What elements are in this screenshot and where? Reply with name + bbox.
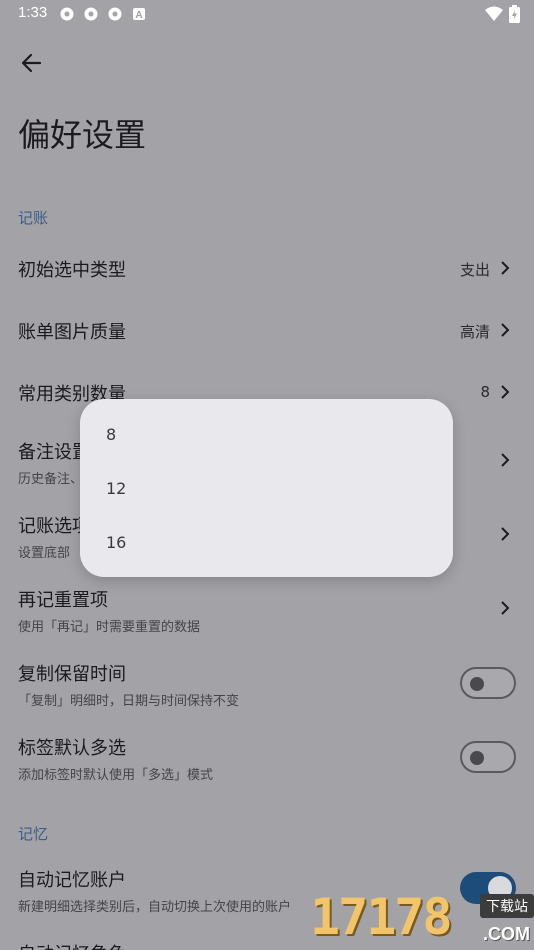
row-image-quality[interactable]: 账单图片质量 高清 [0,302,534,360]
row-label: 再记重置项 [18,590,108,611]
tag-multi-select-toggle[interactable] [460,741,516,773]
toggle-knob [470,751,484,765]
status-system-icons [485,5,520,27]
row-subtitle: 历史备注、 [18,472,84,487]
popup-option[interactable]: 16 [106,533,126,552]
popup-option[interactable]: 8 [106,425,116,444]
section-header-bookkeeping: 记账 [18,209,49,227]
category-count-popup: 8 12 16 [80,399,453,577]
chevron-right-icon [501,385,510,399]
section-header-memory: 记忆 [18,825,49,843]
page-title: 偏好设置 [18,116,147,154]
svg-text:A: A [135,10,142,21]
chevron-right-icon [501,601,510,615]
arrow-left-icon [21,53,42,73]
chevron-right-icon [501,453,510,467]
row-label: 自动记忆角色 [18,940,126,950]
row-label: 复制保留时间 [18,664,126,685]
row-value: 8 [480,383,490,401]
row-tag-multi-select[interactable]: 标签默认多选 添加标签时默认使用「多选」模式 [0,724,534,790]
row-label: 自动记忆账户 [18,870,126,891]
wifi-icon [485,6,503,26]
watermark-logo: 17178 下载站 .COM [310,880,534,950]
copy-keep-time-toggle[interactable] [460,667,516,699]
watermark-domain: .COM [483,924,530,944]
status-time: 1:33 [18,4,48,21]
chevron-right-icon [501,261,510,275]
watermark-badge: 下载站 [480,894,534,918]
chevron-right-icon [501,323,510,337]
row-subtitle: 添加标签时默认使用「多选」模式 [18,768,214,783]
chevron-right-icon [501,527,510,541]
status-notification-icons: A [58,5,148,23]
row-copy-keep-time[interactable]: 复制保留时间 「复制」明细时，日期与时间保持不变 [0,650,534,716]
row-label: 初始选中类型 [18,260,126,281]
row-label: 账单图片质量 [18,322,126,343]
popup-option[interactable]: 12 [106,479,126,498]
app-a-icon: A [130,5,148,23]
row-subtitle: 使用「再记」时需要重置的数据 [18,620,201,635]
gear-icon [58,5,76,23]
row-label: 标签默认多选 [18,738,126,759]
row-subtitle: 新建明细选择类别后，自动切换上次使用的账户 [18,900,292,915]
gear-icon [106,5,124,23]
row-value: 高清 [459,323,490,341]
battery-icon [509,5,520,27]
status-bar: 1:33 A [0,0,534,28]
row-subtitle: 「复制」明细时，日期与时间保持不变 [18,694,240,709]
back-button[interactable] [14,46,48,80]
toggle-knob [470,677,484,691]
gear-icon [82,5,100,23]
row-subtitle: 设置底部 [18,546,71,561]
row-initial-type[interactable]: 初始选中类型 支出 [0,240,534,298]
row-rerecord-reset[interactable]: 再记重置项 使用「再记」时需要重置的数据 [0,576,534,642]
row-value: 支出 [459,261,490,279]
watermark-number: 17178 [310,888,453,946]
